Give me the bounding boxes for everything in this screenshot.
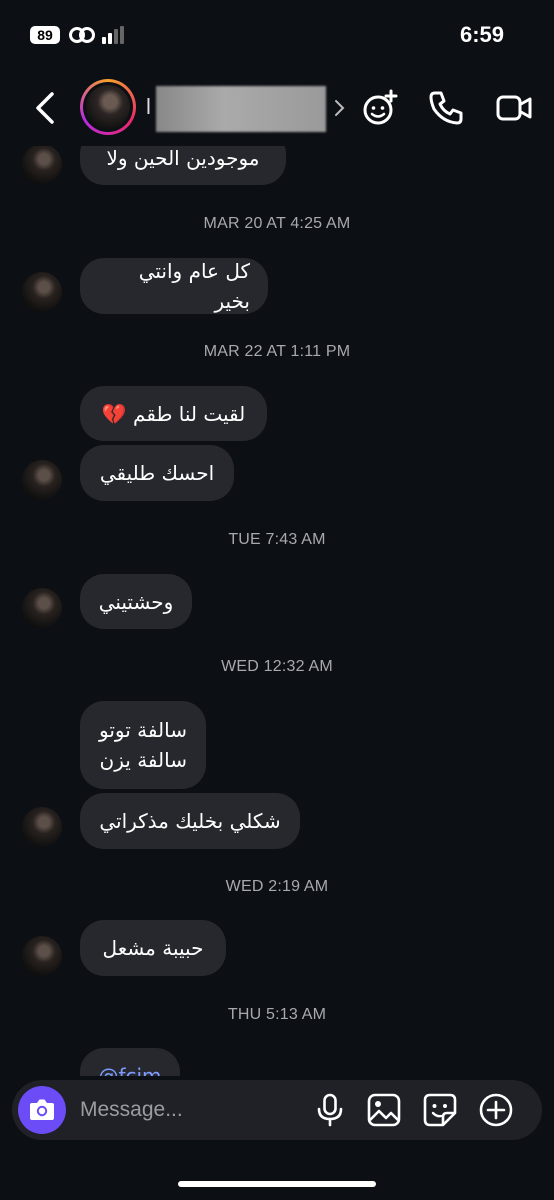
camera-button[interactable] [18, 1086, 66, 1134]
sender-avatar[interactable] [22, 936, 62, 976]
message-bubble[interactable]: شكلي بخليك مذكراتي [80, 793, 300, 849]
contact-avatar[interactable] [80, 79, 136, 135]
message-bubble[interactable]: حبيبة مشعل [80, 920, 226, 976]
redacted-name [156, 86, 326, 132]
status-time: 6:59 [459, 22, 504, 47]
timestamp: TUE 7:43 AM [228, 531, 326, 548]
message-bubble[interactable]: وحشتيني [80, 574, 192, 629]
plus-icon[interactable] [478, 1092, 514, 1128]
message-list[interactable]: موجودين الحين ولا MAR 20 AT 4:25 AM كل ع… [0, 146, 554, 1076]
message-bubble[interactable]: سالفة توتو سالفة يزن [80, 701, 206, 789]
timestamp: MAR 20 AT 4:25 AM [203, 215, 351, 232]
timestamp: WED 2:19 AM [225, 878, 329, 895]
effects-icon[interactable] [360, 88, 400, 128]
message-bubble[interactable]: موجودين الحين ولا [80, 146, 286, 185]
sender-avatar[interactable] [22, 146, 62, 184]
timestamp: MAR 22 AT 1:11 PM [203, 343, 351, 360]
back-icon[interactable] [28, 88, 64, 128]
video-icon[interactable] [494, 88, 534, 128]
home-indicator [178, 1181, 376, 1187]
signal-icon [102, 26, 126, 44]
status-bar: 89 6:59 [0, 0, 554, 70]
contact-name[interactable]: l [146, 94, 151, 120]
sender-avatar[interactable] [22, 807, 62, 847]
microphone-icon[interactable] [312, 1092, 348, 1128]
timestamp: WED 12:32 AM [221, 658, 333, 675]
phone-icon[interactable] [426, 88, 466, 128]
camera-icon [30, 1099, 54, 1120]
sender-avatar[interactable] [22, 272, 62, 312]
sender-avatar[interactable] [22, 460, 62, 500]
link-icon [69, 27, 95, 43]
timestamp: THU 5:13 AM [227, 1006, 327, 1023]
chat-header: l [0, 70, 554, 146]
message-bubble[interactable]: كل عام وانتي بخير [80, 258, 268, 314]
gallery-icon[interactable] [366, 1092, 402, 1128]
sticker-icon[interactable] [422, 1092, 458, 1128]
sender-avatar[interactable] [22, 588, 62, 628]
message-input[interactable]: Message... [80, 1098, 183, 1122]
message-bubble[interactable]: لقيت لنا طقم 💔 [80, 386, 267, 441]
message-composer: Message... [12, 1080, 542, 1140]
chevron-right-icon[interactable] [332, 98, 346, 118]
mention-bubble[interactable]: @fcim [80, 1048, 180, 1076]
message-bubble[interactable]: احسك طليقي [80, 445, 234, 501]
battery-indicator: 89 [30, 26, 60, 44]
